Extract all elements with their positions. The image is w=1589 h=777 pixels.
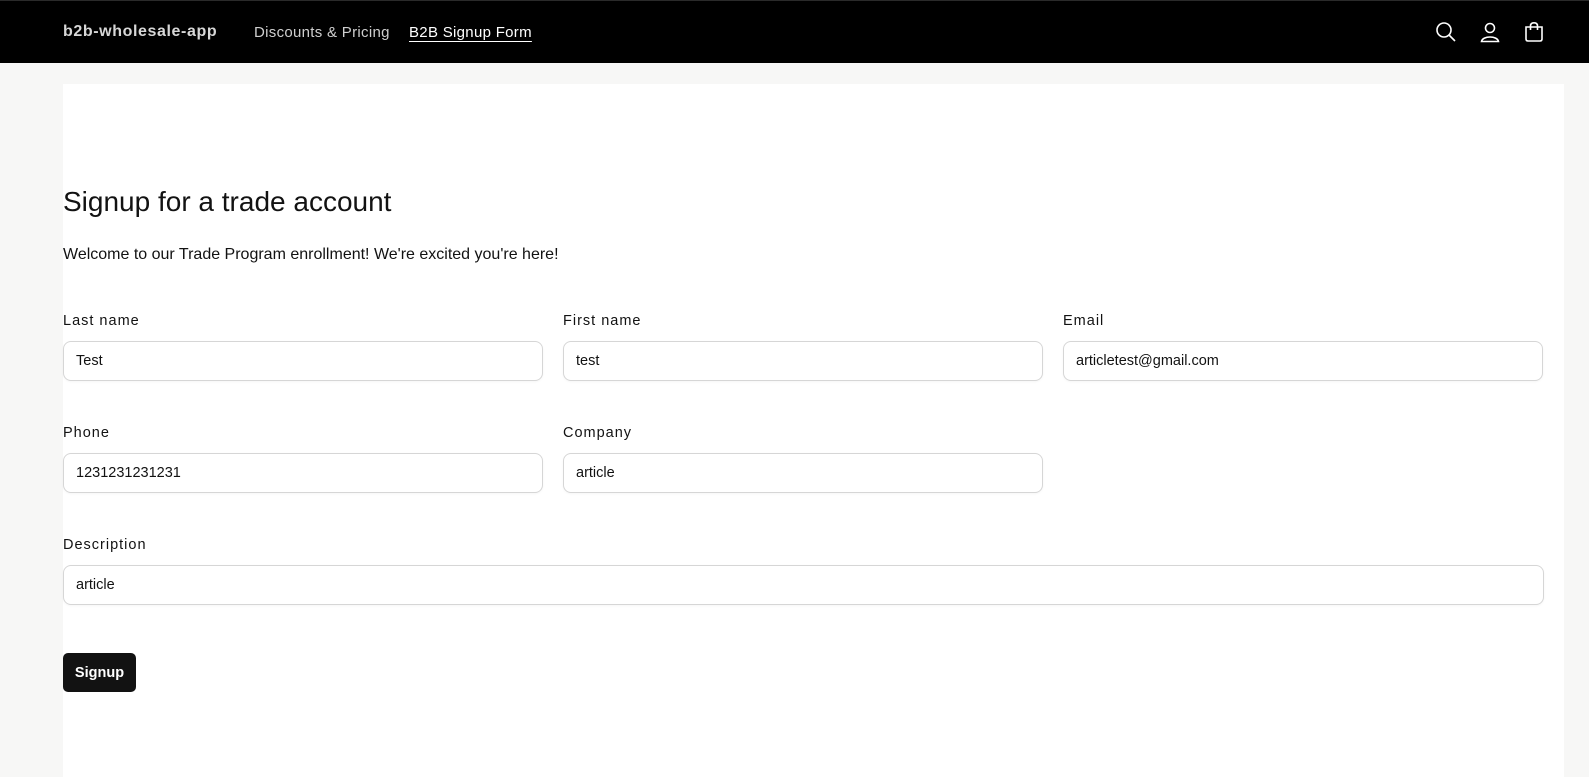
page-title: Signup for a trade account xyxy=(63,186,392,217)
site-header: b2b-wholesale-app Discounts & Pricing B2… xyxy=(0,0,1589,63)
email-label: Email xyxy=(1063,313,1105,329)
cart-icon[interactable] xyxy=(1521,19,1547,45)
description-label: Description xyxy=(63,537,147,553)
last-name-label: Last name xyxy=(63,313,140,329)
brand-logo[interactable]: b2b-wholesale-app xyxy=(63,23,217,41)
account-icon[interactable] xyxy=(1477,19,1503,45)
first-name-field[interactable] xyxy=(563,341,1043,381)
company-label: Company xyxy=(563,425,633,441)
phone-label: Phone xyxy=(63,425,110,441)
nav-b2b-signup-form[interactable]: B2B Signup Form xyxy=(409,24,532,41)
signup-button[interactable]: Signup xyxy=(63,653,136,692)
last-name-field[interactable] xyxy=(63,341,543,381)
company-field[interactable] xyxy=(563,453,1043,493)
search-icon[interactable] xyxy=(1433,19,1459,45)
first-name-label: First name xyxy=(563,313,642,329)
signup-form-section: Signup for a trade account Welcome to ou… xyxy=(63,84,1564,777)
description-field[interactable] xyxy=(63,565,1544,605)
nav-discounts-pricing[interactable]: Discounts & Pricing xyxy=(254,24,390,41)
phone-field[interactable] xyxy=(63,453,543,493)
email-field[interactable] xyxy=(1063,341,1543,381)
page-subtitle: Welcome to our Trade Program enrollment!… xyxy=(63,246,559,263)
